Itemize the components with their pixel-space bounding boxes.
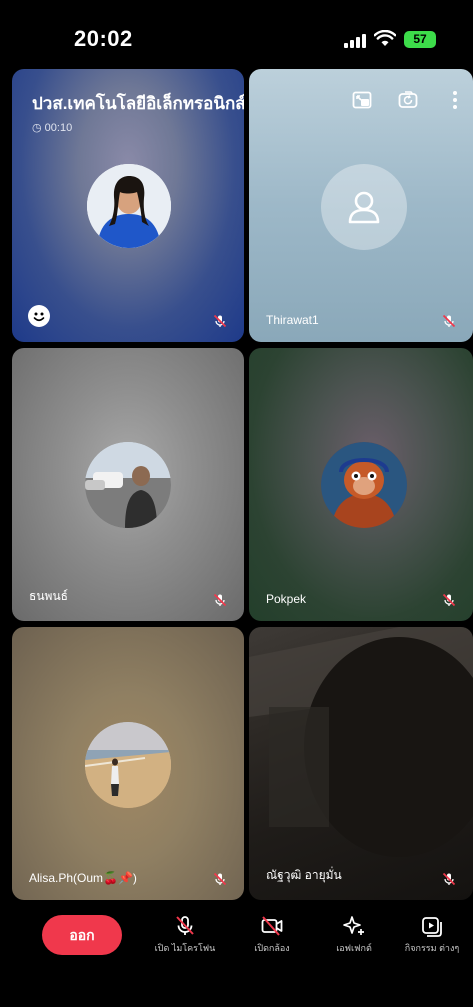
activities-button[interactable]: กิจกรรม ต่างๆ [399,914,465,954]
participant-name: Pokpek [266,592,307,606]
wifi-icon [374,30,396,46]
meeting-timer: ◷ 00:10 [32,121,72,134]
avatar-placeholder [321,164,407,250]
mic-muted-icon [213,872,227,886]
mic-muted-icon [213,314,227,328]
participant-name: Alisa.Ph(Oum🍒📌) [29,871,137,885]
mic-off-icon [176,916,194,935]
avatar [85,722,171,808]
more-options-icon[interactable] [444,89,466,111]
camera-toggle-label: เปิดกล้อง [254,943,290,953]
camera-off-icon [261,916,283,936]
mic-toggle-button[interactable]: เปิด ไมโครโฟน [152,914,218,954]
participant-tile[interactable]: ปวส.เทคโนโลยีอิเล็กทรอนิกส์... (11) ◷ 00… [12,69,244,342]
participant-tile[interactable]: Pokpek [249,348,473,621]
participant-name: ธนพนธ์ [29,589,68,603]
participant-tile[interactable]: Alisa.Ph(Oum🍒📌) [12,627,244,900]
mic-muted-icon [442,872,456,886]
timer-value: 00:10 [44,122,73,134]
signal-icon [344,34,366,48]
smiley-icon [33,312,45,322]
participant-tile[interactable]: Thirawat1 [249,69,473,342]
mic-muted-icon [213,593,227,607]
battery-icon: 57 [404,31,436,48]
avatar [85,442,171,528]
avatar [87,164,171,248]
leave-button[interactable]: ออก [42,915,122,955]
status-bar: 20:02 57 [0,0,473,70]
picture-in-picture-icon[interactable] [351,89,373,111]
camera-toggle-button[interactable]: เปิดกล้อง [239,914,305,954]
mic-muted-icon [442,593,456,607]
reaction-button[interactable] [28,305,50,327]
user-icon [348,191,380,224]
clock-icon: ◷ [32,122,45,134]
mic-toggle-label: เปิด ไมโครโฟน [154,943,216,953]
avatar [321,442,407,528]
participant-video-tile[interactable]: ณัฐวุฒิ อายุมั่น [249,627,473,900]
meeting-title: ปวส.เทคโนโลยีอิเล็กทรอนิกส์... (11) [32,94,244,113]
call-toolbar: ออก เปิด ไมโครโฟน เปิดกล้อง เอฟเฟกต์ กิจ… [0,900,473,1007]
activities-label: กิจกรรม ต่างๆ [404,943,460,953]
participant-name: ณัฐวุฒิ อายุมั่น [266,868,342,882]
participant-tile[interactable]: ธนพนธ์ [12,348,244,621]
effects-label: เอฟเฟกต์ [336,943,372,953]
activities-icon [422,917,442,937]
effects-button[interactable]: เอฟเฟกต์ [321,914,387,954]
switch-camera-icon[interactable] [397,89,419,111]
sparkle-icon [343,916,364,935]
participant-name: Thirawat1 [266,313,319,327]
camera-video-feed [249,627,473,857]
mic-muted-icon [442,314,456,328]
status-time: 20:02 [74,26,133,51]
